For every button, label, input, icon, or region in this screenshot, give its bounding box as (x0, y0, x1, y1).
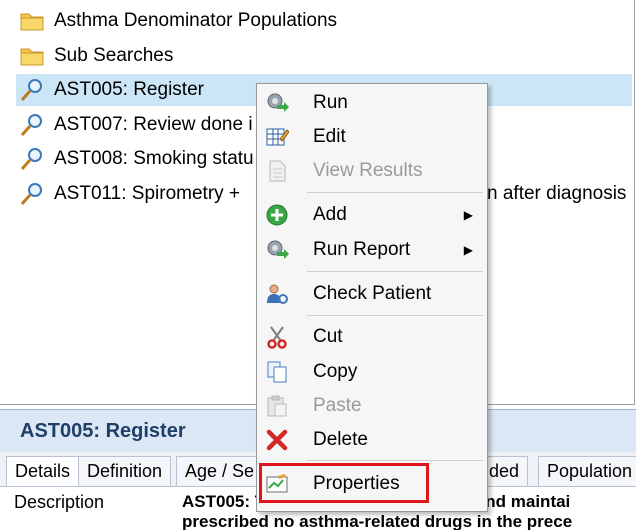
tree-item-label: Asthma Denominator Populations (54, 10, 338, 31)
menu-item-add[interactable]: Add ▶ (257, 198, 487, 232)
menu-item-label: Cut (313, 326, 343, 347)
menu-item-label: Copy (313, 361, 358, 382)
context-menu: Run Edit View Results Add ▶ Run Report ▶ (256, 83, 488, 512)
menu-item-label: Check Patient (313, 283, 432, 304)
properties-highlight-box (259, 463, 429, 503)
menu-item-label: View Results (313, 160, 423, 181)
tree-item-label: AST005: Register (54, 79, 204, 100)
search-magnifier-icon (20, 148, 42, 170)
document-icon (269, 160, 286, 182)
tree-item-asthma-denominator-populations[interactable]: Asthma Denominator Populations (18, 5, 630, 37)
details-title: AST005: Register (20, 420, 186, 442)
menu-item-paste[interactable]: Paste (257, 389, 487, 423)
menu-item-delete[interactable]: Delete (257, 423, 487, 457)
run-icon (267, 93, 289, 112)
delete-x-icon (266, 429, 288, 451)
menu-item-label: Edit (313, 126, 346, 147)
tree-item-label-tail: n after diagnosis (487, 183, 627, 204)
folder-icon (20, 13, 44, 31)
search-magnifier-icon (20, 79, 42, 101)
tab-population[interactable]: Population (538, 456, 636, 486)
tab-definition[interactable]: Definition (78, 456, 172, 486)
tree-item-label: Sub Searches (54, 45, 174, 66)
description-line-2: prescribed no asthma-related drugs in th… (182, 512, 573, 530)
scissors-icon (267, 326, 287, 349)
tree-item-label: AST008: Smoking statu (54, 148, 254, 169)
search-magnifier-icon (20, 114, 42, 136)
submenu-arrow-icon: ▶ (463, 243, 473, 257)
tree-item-label: AST007: Review done i (54, 114, 253, 135)
menu-separator (307, 315, 483, 316)
menu-item-copy[interactable]: Copy (257, 355, 487, 389)
menu-item-edit[interactable]: Edit (257, 120, 487, 154)
search-magnifier-icon (20, 183, 42, 205)
copy-icon (267, 361, 287, 383)
menu-item-label: Run Report (313, 239, 411, 260)
menu-separator (307, 192, 483, 193)
folder-icon (20, 48, 44, 66)
menu-item-view-results[interactable]: View Results (257, 154, 487, 188)
menu-separator (307, 460, 483, 461)
menu-item-label: Run (313, 92, 348, 113)
menu-item-check-patient[interactable]: Check Patient (257, 277, 487, 311)
tree-item-sub-searches[interactable]: Sub Searches (18, 40, 630, 72)
menu-separator (307, 271, 483, 272)
edit-grid-icon (266, 128, 289, 146)
run-report-icon (267, 240, 289, 259)
submenu-arrow-icon: ▶ (463, 208, 473, 222)
tab-age-sex[interactable]: Age / Se (176, 456, 264, 486)
description-label: Description (14, 492, 105, 512)
paste-icon (267, 395, 287, 417)
menu-item-run-report[interactable]: Run Report ▶ (257, 233, 487, 267)
menu-item-label: Delete (313, 429, 368, 450)
tree-item-label: AST011: Spirometry + (54, 183, 241, 204)
menu-item-run[interactable]: Run (257, 86, 487, 120)
menu-item-label: Add (313, 204, 347, 225)
check-patient-icon (267, 284, 288, 304)
add-plus-icon (266, 204, 288, 226)
menu-item-cut[interactable]: Cut (257, 320, 487, 354)
tab-details[interactable]: Details (6, 456, 80, 486)
menu-item-label: Paste (313, 395, 362, 416)
